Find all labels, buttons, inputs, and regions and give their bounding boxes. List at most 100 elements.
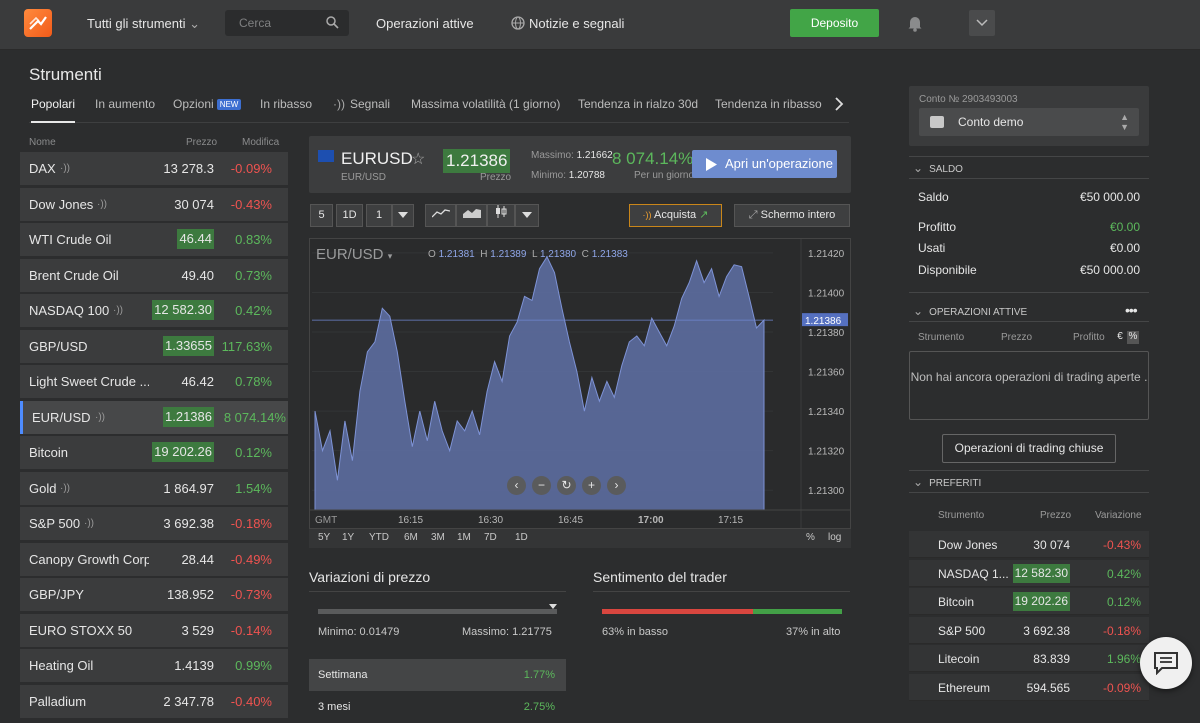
period-button[interactable]: 1D: [336, 204, 363, 227]
count-dropdown[interactable]: [392, 204, 414, 227]
instrument-row[interactable]: NASDAQ 100 ·)) 12 582.30 0.42%: [20, 294, 288, 327]
zoom-out-icon[interactable]: −: [532, 476, 551, 495]
chat-button[interactable]: [1140, 637, 1192, 689]
scale-option[interactable]: %: [806, 532, 815, 543]
line-chart-icon: [431, 209, 450, 218]
star-icon[interactable]: ☆: [411, 149, 425, 169]
signal-icon: ·)): [60, 163, 70, 174]
area-chart-button[interactable]: [456, 204, 487, 227]
scroll-right-icon[interactable]: ›: [607, 476, 626, 495]
favorite-row[interactable]: Ethereum 594.565 -0.09%: [909, 673, 1149, 701]
instrument-row[interactable]: S&P 500 ·)) 3 692.38 -0.18%: [20, 507, 288, 540]
tab-downtrend[interactable]: Tendenza in ribasso: [715, 97, 822, 111]
scale-option[interactable]: log: [828, 532, 841, 543]
range-option[interactable]: 1M: [457, 532, 471, 543]
favorite-row[interactable]: S&P 500 3 692.38 -0.18%: [909, 616, 1149, 644]
instrument-row[interactable]: EUR/USD ·)) 1.21386 8 074.14%: [20, 400, 288, 434]
range-option[interactable]: 1D: [515, 532, 528, 543]
favorite-change: 0.12%: [1106, 595, 1141, 609]
reset-icon[interactable]: ↻: [557, 476, 576, 495]
balance-section-header[interactable]: SALDO: [913, 161, 963, 175]
instrument-row[interactable]: GBP/JPY 138.952 -0.73%: [20, 578, 288, 611]
instrument-row[interactable]: EURO STOXX 50 3 529 -0.14%: [20, 613, 288, 647]
news-signals-link[interactable]: Notizie e segnali: [511, 16, 624, 31]
fullscreen-button[interactable]: ⤢ Schermo intero: [734, 204, 850, 227]
y-tick-label: 1.21400: [808, 288, 845, 299]
instrument-change: 0.12%: [235, 445, 272, 460]
more-options-icon[interactable]: •••: [1125, 302, 1138, 318]
range-option[interactable]: 5Y: [318, 532, 330, 543]
range-option[interactable]: YTD: [369, 532, 389, 543]
instrument-row[interactable]: Bitcoin 19 202.26 0.12%: [20, 436, 288, 469]
search-input[interactable]: Cerca: [225, 10, 349, 36]
tab-options[interactable]: Opzioni NEW: [173, 97, 242, 111]
play-icon: [706, 158, 717, 171]
active-ops-section-header[interactable]: OPERAZIONI ATTIVE: [913, 304, 1027, 318]
y-tick-label: 1.21340: [808, 407, 845, 418]
deposit-button[interactable]: Deposito: [790, 9, 879, 37]
range-option[interactable]: 3M: [431, 532, 445, 543]
favorites-section-header[interactable]: PREFERITI: [913, 475, 981, 489]
price-label: Prezzo: [480, 172, 512, 183]
favorite-change: -0.43%: [1102, 538, 1141, 552]
zoom-in-icon[interactable]: +: [582, 476, 601, 495]
interval-button[interactable]: 5: [310, 204, 333, 227]
instrument-row[interactable]: WTI Crude Oil 46.44 0.83%: [20, 223, 288, 256]
range-option[interactable]: 1Y: [342, 532, 354, 543]
instrument-row[interactable]: Light Sweet Crude ... 46.42 0.78%: [20, 365, 288, 398]
chevron-right-icon[interactable]: [834, 97, 844, 111]
globe-icon: [511, 16, 525, 30]
instrument-name: NASDAQ 100: [29, 303, 110, 318]
line-chart-button[interactable]: [425, 204, 456, 227]
instrument-change: -0.43%: [230, 196, 272, 212]
tab-falling[interactable]: In ribasso: [260, 97, 312, 111]
instrument-name: EURO STOXX 50: [29, 622, 133, 638]
available-row: Disponibile €50 000.00: [918, 263, 1140, 277]
instrument-row[interactable]: Brent Crude Oil 49.40 0.73%: [20, 258, 288, 292]
favorite-row[interactable]: Litecoin 83.839 1.96%: [909, 645, 1149, 672]
tab-rising[interactable]: In aumento: [95, 97, 155, 111]
favorite-row[interactable]: Bitcoin 19 202.26 0.12%: [909, 588, 1149, 615]
chart-type-dropdown[interactable]: [515, 204, 539, 227]
instrument-row[interactable]: Heating Oil 1.4139 0.99%: [20, 649, 288, 682]
tab-signals[interactable]: ·)) Segnali: [333, 97, 390, 111]
x-tick-label: 16:15: [398, 515, 423, 526]
bell-icon[interactable]: [907, 15, 923, 32]
area-chart-icon: [462, 209, 481, 218]
app-logo-icon[interactable]: [24, 9, 52, 37]
range-option[interactable]: 7D: [484, 532, 497, 543]
tab-volatility[interactable]: Massima volatilità (1 giorno): [411, 97, 560, 111]
scroll-left-icon[interactable]: ‹: [507, 476, 526, 495]
instruments-menu[interactable]: Tutti gli strumenti ⌄: [87, 16, 200, 32]
buy-button[interactable]: ·)) Acquista ↗: [629, 204, 722, 227]
instrument-row[interactable]: Gold ·)) 1 864.97 1.54%: [20, 471, 288, 505]
tab-popular[interactable]: Popolari: [31, 97, 76, 123]
favorite-change: -0.09%: [1102, 680, 1141, 695]
currency-toggle[interactable]: €: [1114, 331, 1126, 344]
closed-trades-button[interactable]: Operazioni di trading chiuse: [942, 434, 1116, 463]
chevron-down-icon: ⌄: [189, 16, 201, 31]
active-operations-link[interactable]: Operazioni attive: [376, 16, 474, 31]
candles-chart-button[interactable]: [487, 204, 515, 227]
instrument-change: 0.42%: [235, 303, 272, 318]
account-selector[interactable]: Conto demo ▲ ▼: [919, 108, 1139, 136]
price-chart[interactable]: 1.21420 1.21400 1.21380 1.21360 1.21340 1.213…: [309, 238, 851, 529]
instrument-row[interactable]: Canopy Growth Corp 28.44 -0.49%: [20, 542, 288, 576]
instrument-change: 8 074.14%: [223, 409, 286, 425]
range-option[interactable]: 6M: [404, 532, 418, 543]
instrument-row[interactable]: DAX ·)) 13 278.3 -0.09%: [20, 152, 288, 185]
open-trade-button[interactable]: Apri un'operazione: [692, 150, 837, 178]
percent-toggle[interactable]: %: [1127, 331, 1139, 344]
instrument-row[interactable]: Palladium 2 347.78 -0.40%: [20, 684, 288, 718]
chart-symbol-selector[interactable]: EUR/USD ▾: [316, 246, 392, 263]
favorite-name: NASDAQ 1...: [938, 566, 1009, 581]
tab-uptrend[interactable]: Tendenza in rialzo 30d: [578, 97, 698, 111]
favorite-row[interactable]: Dow Jones 30 074 -0.43%: [909, 531, 1149, 558]
account-dropdown[interactable]: [969, 10, 995, 36]
instrument-row[interactable]: Dow Jones ·)) 30 074 -0.43%: [20, 187, 288, 221]
count-button[interactable]: 1: [366, 204, 392, 227]
fav-col-price: Prezzo: [1040, 510, 1072, 521]
instrument-name: GBP/JPY: [29, 587, 84, 602]
instrument-row[interactable]: GBP/USD 1.33655 117.63%: [20, 329, 288, 363]
favorite-row[interactable]: NASDAQ 1... 12 582.30 0.42%: [909, 559, 1149, 587]
